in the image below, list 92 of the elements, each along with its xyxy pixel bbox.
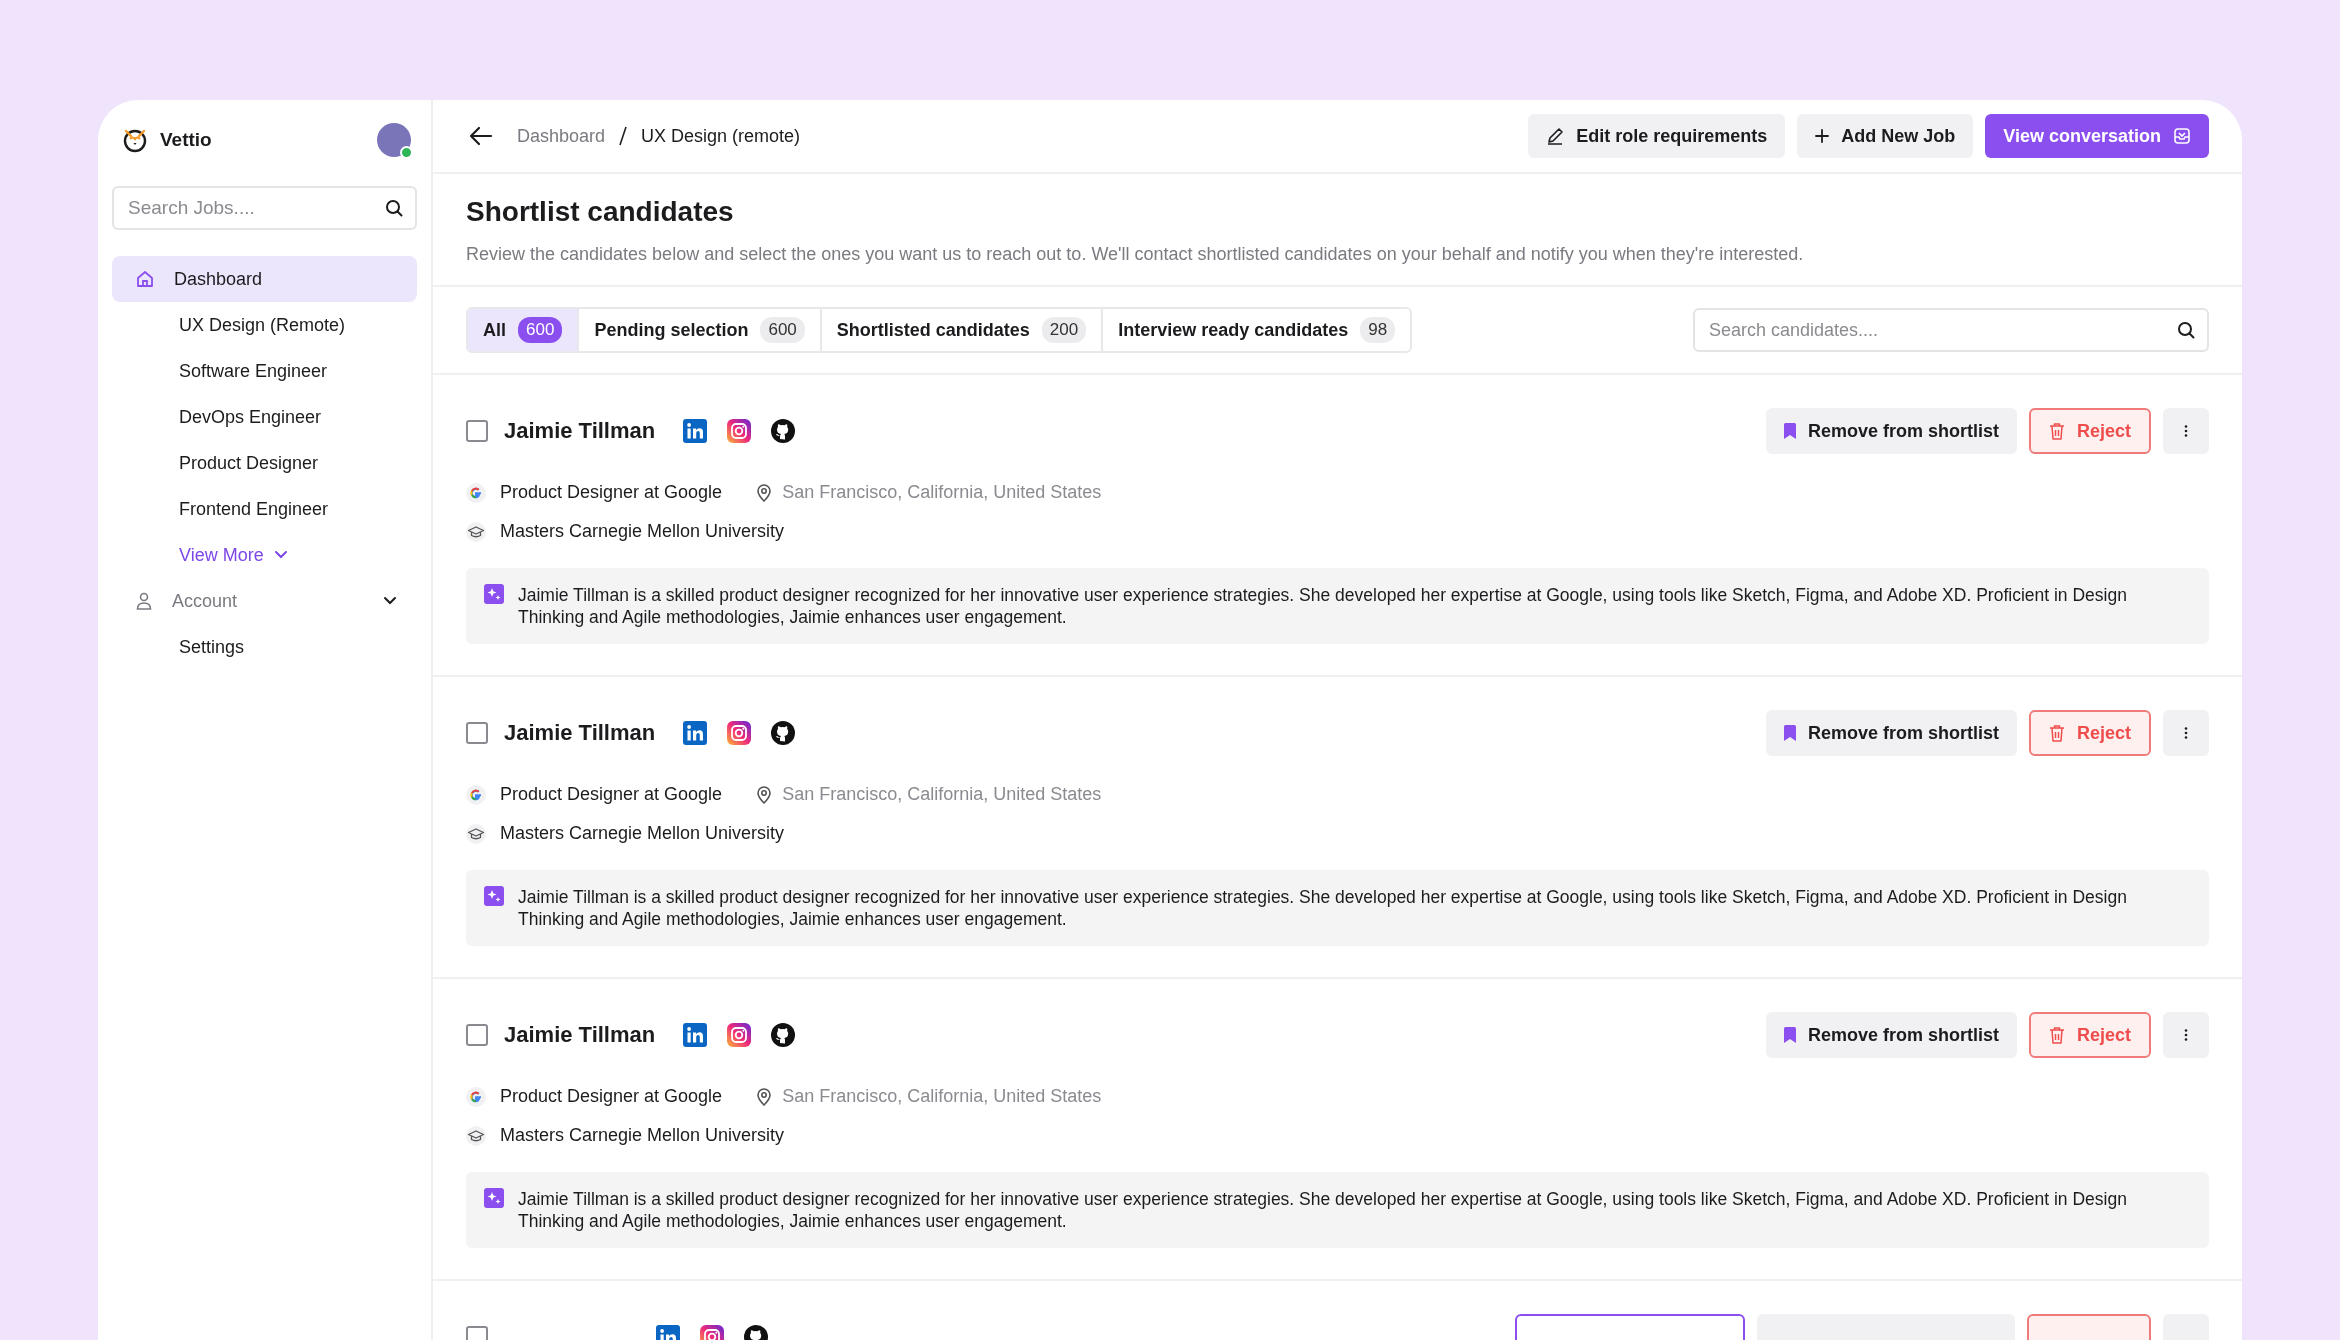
google-icon (466, 482, 486, 503)
view-conversation-button[interactable]: View conversation (1985, 114, 2209, 158)
sidebar-item[interactable]: UX Design (Remote) (112, 302, 417, 348)
sparkle-icon (484, 584, 504, 604)
checkbox[interactable] (466, 1024, 488, 1046)
plus-icon (1815, 129, 1830, 143)
checkbox[interactable] (466, 722, 488, 744)
github-icon (771, 1023, 796, 1047)
bookmark-icon (1783, 725, 1796, 741)
linkedin-icon (683, 721, 708, 745)
sparkle-icon (484, 1188, 504, 1208)
sidebar-item[interactable]: DevOps Engineer (112, 394, 417, 440)
summary-text: Jaimie Tillman is a skilled product designer recognized for her innovative user experience strategies. She developed her expertise at Google, using tools like Sketch, Figma, and Adobe XD. Proficient in Design Thinking and Agile methodologies, Jaimie enhances user engagement. (518, 584, 2128, 628)
sidebar-item[interactable]: Dashboard (112, 256, 417, 302)
sidebar-section[interactable]: Account (112, 578, 417, 624)
count-badge: 98 (1360, 317, 1396, 343)
google-icon (466, 784, 486, 805)
summary-text: Jaimie Tillman is a skilled product designer recognized for her innovative user experience strategies. She developed her expertise at Google, using tools like Sketch, Figma, and Adobe XD. Proficient in Design Thinking and Agile methodologies, Jaimie enhances user engagement. (518, 886, 2128, 930)
trash-icon (2048, 724, 2065, 742)
pencil-icon (1546, 127, 1565, 145)
app-name: Vettio (160, 129, 212, 151)
breadcrumb-separator-icon (619, 126, 628, 146)
location-pin-icon (756, 483, 773, 502)
search-icon (2177, 321, 2195, 339)
back-button[interactable] (469, 126, 493, 146)
sidebar-item[interactable]: Frontend Engineer (112, 486, 417, 532)
more-options-icon (2184, 726, 2188, 740)
candidate-name: Jaimie Tillman (504, 720, 656, 746)
graduation-cap-icon (466, 1125, 486, 1146)
page-description: Review the candidates below and select the ones you want us to reach out to. We'll contact shortlisted candidates on your behalf and notify you when they're interested. (466, 244, 1805, 265)
person-icon (136, 592, 152, 610)
view-more-label: View More (179, 544, 264, 566)
remove-from-shortlist-button[interactable]: Remove from shortlist (1765, 408, 2017, 454)
remove-from-shortlist-button[interactable]: Remove from shortlist (1765, 1012, 2017, 1058)
education-text: Masters Carnegie Mellon University (500, 823, 785, 844)
location-pin-icon (756, 785, 773, 804)
breadcrumb-link[interactable]: Dashboard (517, 125, 606, 147)
sidebar-item[interactable]: Software Engineer (112, 348, 417, 394)
count-badge: 600 (760, 317, 805, 343)
job-title: Product Designer at Google (500, 784, 723, 805)
search-field[interactable]: Search Jobs.... (112, 186, 417, 230)
remove-from-shortlist-button[interactable]: Remove from shortlist (1765, 710, 2017, 756)
location-text: San Francisco, California, United States (782, 1086, 1102, 1107)
github-icon (771, 419, 796, 443)
candidate-name: Jaimie Tillman (504, 1022, 656, 1048)
add-job-button[interactable]: Add New Job (1797, 114, 1974, 158)
chevron-down-icon (383, 596, 397, 606)
instagram-icon (727, 721, 752, 745)
education-text: Masters Carnegie Mellon University (500, 1125, 785, 1146)
linkedin-icon (683, 419, 708, 443)
education-text: Masters Carnegie Mellon University (500, 521, 785, 542)
avatar[interactable] (377, 123, 411, 157)
count-badge: 600 (518, 317, 563, 343)
home-icon (136, 270, 154, 288)
count-badge: 200 (1041, 317, 1087, 343)
sidebar-item[interactable]: Product Designer (112, 440, 417, 486)
page-title: Shortlist candidates (466, 196, 735, 228)
graduation-cap-icon (466, 521, 486, 542)
filter-tab[interactable]: All 600 (468, 309, 578, 351)
filter-tab[interactable]: Interview ready candidates 98 (1101, 309, 1411, 351)
location-text: San Francisco, California, United States (782, 784, 1102, 805)
section-label: Account (172, 590, 238, 612)
location-text: San Francisco, California, United States (782, 482, 1102, 503)
sparkle-icon (484, 886, 504, 906)
candidate-name: Jaimie Tillman (504, 418, 656, 444)
search-icon (385, 199, 403, 217)
checkbox[interactable] (466, 420, 488, 442)
candidate-search-field[interactable]: Search candidates.... (1693, 308, 2209, 352)
bookmark-icon (1783, 423, 1796, 439)
bookmark-icon (1783, 1027, 1796, 1043)
sidebar-item[interactable]: Settings (112, 624, 417, 670)
job-title: Product Designer at Google (500, 482, 723, 503)
graduation-cap-icon (466, 823, 486, 844)
edit-role-button[interactable]: Edit role requirements (1528, 114, 1786, 158)
more-options-icon (2184, 1028, 2188, 1042)
job-title: Product Designer at Google (500, 1086, 723, 1107)
google-icon (466, 1086, 486, 1107)
linkedin-icon (683, 1023, 708, 1047)
inbox-icon (2173, 127, 2191, 145)
location-pin-icon (756, 1087, 773, 1106)
trash-icon (2048, 1026, 2065, 1044)
sidebar-item-label: Dashboard (174, 268, 263, 290)
owl-logo-icon (122, 127, 148, 153)
instagram-icon (727, 1023, 752, 1047)
online-status-dot (400, 146, 413, 159)
github-icon (771, 721, 796, 745)
more-options-icon (2184, 424, 2188, 438)
summary-text: Jaimie Tillman is a skilled product designer recognized for her innovative user experience strategies. She developed her expertise at Google, using tools like Sketch, Figma, and Adobe XD. Proficient in Design Thinking and Agile methodologies, Jaimie enhances user engagement. (518, 1188, 2128, 1232)
sidebar-item[interactable]: View More (112, 532, 417, 578)
chevron-down-icon (273, 550, 288, 560)
trash-icon (2048, 422, 2065, 440)
instagram-icon (727, 419, 752, 443)
